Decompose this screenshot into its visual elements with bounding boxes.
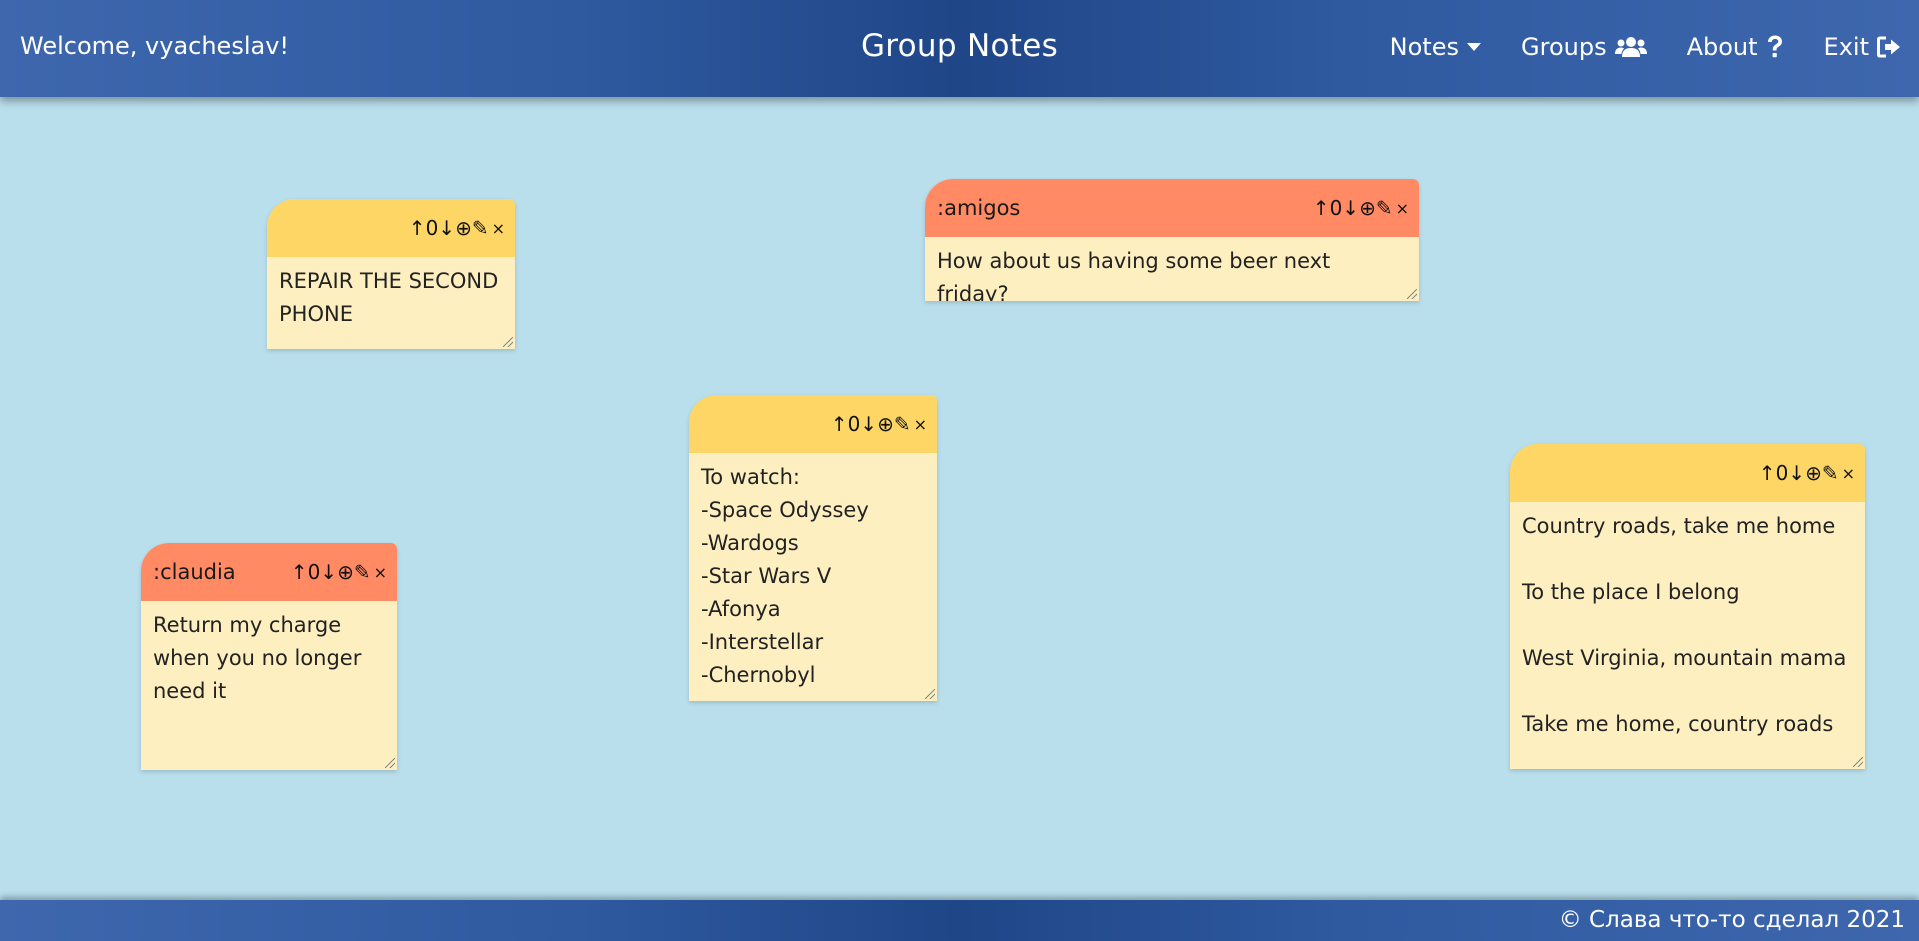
edit-icon[interactable]: ✎ [894, 412, 911, 436]
resize-handle[interactable] [1407, 289, 1417, 299]
resize-handle[interactable] [925, 689, 935, 699]
upvote-icon[interactable]: ↑ [1759, 461, 1776, 485]
upvote-icon[interactable]: ↑ [409, 216, 426, 240]
nav-notes-dropdown[interactable]: Notes [1390, 33, 1481, 61]
edit-icon[interactable]: ✎ [354, 560, 371, 584]
close-icon[interactable]: × [914, 415, 927, 434]
upvote-icon[interactable]: ↑ [1313, 196, 1330, 220]
share-icon[interactable]: ⊕ [337, 560, 354, 584]
close-icon[interactable]: × [1842, 464, 1855, 483]
note-score: 0 [1775, 461, 1789, 485]
note-score: 0 [847, 412, 861, 436]
nav-notes-label: Notes [1389, 32, 1459, 61]
note-controls: ↑ 0 ↓ ⊕ ✎ × [831, 412, 927, 436]
nav-exit[interactable]: Exit [1824, 33, 1901, 61]
note-card[interactable]: :amigos ↑ 0 ↓ ⊕ ✎ × How about us having … [925, 179, 1419, 301]
edit-icon[interactable]: ✎ [1822, 461, 1839, 485]
downvote-icon[interactable]: ↓ [1342, 196, 1359, 220]
close-icon[interactable]: × [374, 563, 387, 582]
note-score: 0 [1329, 196, 1343, 220]
note-card[interactable]: ↑ 0 ↓ ⊕ ✎ × To watch: -Space Odyssey -Wa… [689, 395, 937, 701]
note-score: 0 [425, 216, 439, 240]
main-nav: Notes Groups About Exit [1390, 0, 1901, 93]
note-score: 0 [307, 560, 321, 584]
close-icon[interactable]: × [492, 219, 505, 238]
note-header[interactable]: :amigos ↑ 0 ↓ ⊕ ✎ × [925, 179, 1419, 237]
note-text[interactable]: How about us having some beer next frida… [925, 237, 1419, 301]
top-navbar: Welcome, vyacheslav! Group Notes Notes G… [0, 0, 1919, 97]
note-controls: ↑ 0 ↓ ⊕ ✎ × [1313, 196, 1409, 220]
note-group-label: :amigos [937, 196, 1021, 220]
note-header[interactable]: ↑ 0 ↓ ⊕ ✎ × [267, 199, 515, 257]
share-icon[interactable]: ⊕ [1805, 461, 1822, 485]
nav-about[interactable]: About [1687, 33, 1784, 61]
share-icon[interactable]: ⊕ [455, 216, 472, 240]
close-icon[interactable]: × [1396, 199, 1409, 218]
upvote-icon[interactable]: ↑ [831, 412, 848, 436]
note-header[interactable]: ↑ 0 ↓ ⊕ ✎ × [689, 395, 937, 453]
welcome-text: Welcome, vyacheslav! [20, 32, 290, 60]
note-text[interactable]: Return my charge when you no longer need… [141, 601, 397, 716]
nav-about-label: About [1686, 32, 1758, 61]
note-text[interactable]: To watch: -Space Odyssey -Wardogs -Star … [689, 453, 937, 700]
users-icon [1614, 36, 1647, 57]
note-card[interactable]: :claudia ↑ 0 ↓ ⊕ ✎ × Return my charge wh… [141, 543, 397, 770]
sign-out-icon [1877, 36, 1900, 57]
note-header[interactable]: ↑ 0 ↓ ⊕ ✎ × [1510, 444, 1865, 502]
nav-groups-label: Groups [1521, 32, 1607, 61]
note-group-label: :claudia [153, 560, 236, 584]
resize-handle[interactable] [385, 758, 395, 768]
nav-groups[interactable]: Groups [1521, 33, 1647, 61]
downvote-icon[interactable]: ↓ [860, 412, 877, 436]
downvote-icon[interactable]: ↓ [1788, 461, 1805, 485]
resize-handle[interactable] [1853, 757, 1863, 767]
resize-handle[interactable] [503, 337, 513, 347]
footer: © Слава что-то сделал 2021 [0, 900, 1919, 941]
note-controls: ↑ 0 ↓ ⊕ ✎ × [409, 216, 505, 240]
note-controls: ↑ 0 ↓ ⊕ ✎ × [291, 560, 387, 584]
note-card[interactable]: ↑ 0 ↓ ⊕ ✎ × REPAIR THE SECOND PHONE [267, 199, 515, 349]
share-icon[interactable]: ⊕ [877, 412, 894, 436]
nav-exit-label: Exit [1823, 32, 1869, 61]
upvote-icon[interactable]: ↑ [291, 560, 308, 584]
copyright-text: © Слава что-то сделал 2021 [1558, 907, 1905, 933]
edit-icon[interactable]: ✎ [1376, 196, 1393, 220]
note-card[interactable]: ↑ 0 ↓ ⊕ ✎ × Country roads, take me home … [1510, 444, 1865, 769]
note-controls: ↑ 0 ↓ ⊕ ✎ × [1759, 461, 1855, 485]
caret-down-icon [1467, 42, 1481, 51]
edit-icon[interactable]: ✎ [472, 216, 489, 240]
downvote-icon[interactable]: ↓ [320, 560, 337, 584]
downvote-icon[interactable]: ↓ [438, 216, 455, 240]
note-text[interactable]: Country roads, take me home To the place… [1510, 502, 1865, 749]
question-icon [1767, 35, 1782, 57]
note-text[interactable]: REPAIR THE SECOND PHONE [267, 257, 515, 339]
share-icon[interactable]: ⊕ [1359, 196, 1376, 220]
note-header[interactable]: :claudia ↑ 0 ↓ ⊕ ✎ × [141, 543, 397, 601]
